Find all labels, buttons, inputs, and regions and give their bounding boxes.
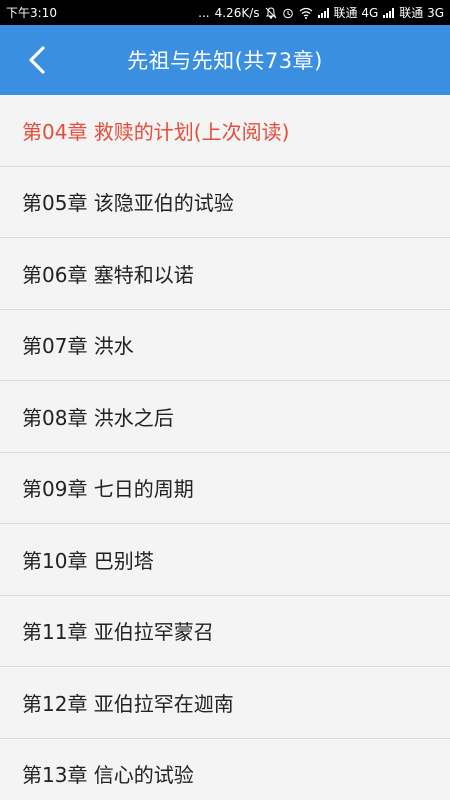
app-bar: 先祖与先知(共73章) bbox=[0, 25, 450, 95]
status-bar: 下午3:10 ... 4.26K/s 联通 4G 联通 3G bbox=[0, 0, 450, 25]
signal-icon-1 bbox=[317, 7, 329, 18]
chapter-item[interactable]: 第13章 信心的试验 bbox=[0, 739, 450, 800]
signal-icon-2 bbox=[383, 7, 395, 18]
mute-bell-icon bbox=[265, 6, 277, 19]
chapter-item[interactable]: 第06章 塞特和以诺 bbox=[0, 238, 450, 310]
status-dots: ... bbox=[198, 5, 210, 20]
chapter-item[interactable]: 第11章 亚伯拉罕蒙召 bbox=[0, 596, 450, 667]
status-time: 下午3:10 bbox=[6, 6, 57, 20]
page-title: 先祖与先知(共73章) bbox=[127, 49, 323, 73]
alarm-icon bbox=[282, 7, 294, 19]
carrier-1: 联通 4G bbox=[333, 6, 379, 20]
wifi-icon bbox=[299, 7, 313, 19]
chapter-item[interactable]: 第12章 亚伯拉罕在迦南 bbox=[0, 667, 450, 739]
chapter-item[interactable]: 第09章 七日的周期 bbox=[0, 453, 450, 524]
back-button[interactable] bbox=[20, 43, 54, 77]
chapter-list[interactable]: 第04章 救赎的计划(上次阅读) 第05章 该隐亚伯的试验 第06章 塞特和以诺… bbox=[0, 95, 450, 800]
network-speed: 4.26K/s bbox=[214, 5, 260, 20]
chapter-item[interactable]: 第05章 该隐亚伯的试验 bbox=[0, 167, 450, 238]
chapter-item-current[interactable]: 第04章 救赎的计划(上次阅读) bbox=[0, 95, 450, 167]
carrier-2: 联通 3G bbox=[399, 6, 444, 20]
chapter-item[interactable]: 第08章 洪水之后 bbox=[0, 381, 450, 453]
chapter-item[interactable]: 第10章 巴别塔 bbox=[0, 524, 450, 596]
chevron-left-icon bbox=[29, 46, 45, 74]
chapter-item[interactable]: 第07章 洪水 bbox=[0, 310, 450, 381]
